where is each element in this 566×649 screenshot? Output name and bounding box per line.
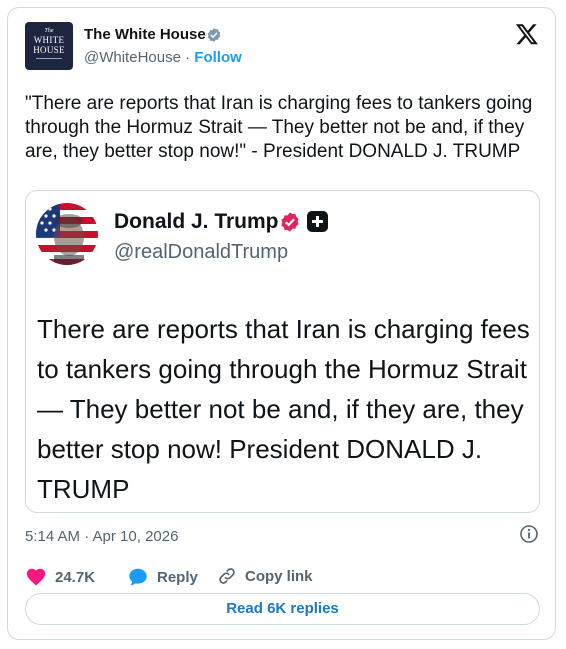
author-handle-line: @WhiteHouse · Follow [84,49,242,66]
quoted-post-text: There are reports that Iran is charging … [37,314,530,504]
link-icon [219,568,235,584]
follow-button[interactable]: Follow [194,49,242,66]
reply-bubble-icon [129,568,147,586]
flag-portrait-icon [36,203,98,265]
copy-link-button[interactable]: Copy link [217,566,313,586]
white-house-avatar[interactable]: The WHITE HOUSE [25,22,73,70]
reply-label: Reply [157,568,198,586]
quoted-author-name[interactable]: Donald J. Trump [114,210,279,234]
reply-button[interactable]: Reply [127,566,198,588]
tweet-text: "There are reports that Iran is charging… [25,93,533,162]
x-logo-icon[interactable] [515,22,539,46]
plus-icon [307,211,328,232]
verified-badge-icon [281,212,299,232]
embedded-tweet-card: The WHITE HOUSE The White House @WhiteHo… [7,7,556,640]
author-handle[interactable]: @WhiteHouse [84,49,181,66]
copy-link-label: Copy link [245,567,313,585]
read-replies-button[interactable]: Read 6K replies [25,593,540,625]
verified-badge-icon [207,28,221,42]
info-icon[interactable] [519,524,539,544]
handle-separator: · [185,49,191,66]
quoted-author-avatar[interactable] [36,203,98,265]
author-name[interactable]: The White House [84,26,206,43]
heart-icon [26,568,46,586]
tweet-timestamp[interactable]: 5:14 AM · Apr 10, 2026 [25,528,178,545]
like-button[interactable]: 24.7K [25,566,95,588]
quoted-author-handle[interactable]: @realDonaldTrump [114,241,288,264]
quoted-post[interactable]: Donald J. Trump @realDonaldTrump There a… [25,190,540,513]
like-count: 24.7K [55,568,96,586]
